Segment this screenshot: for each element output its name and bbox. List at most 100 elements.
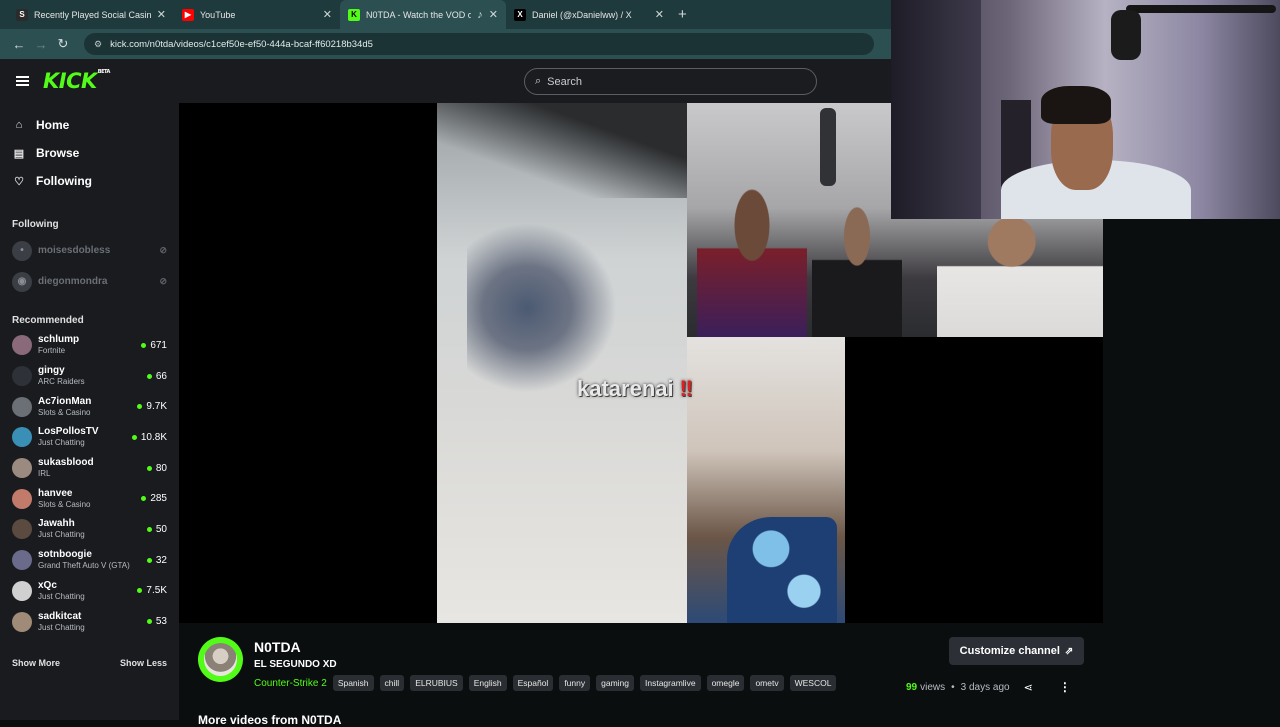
tag-chip[interactable]: ometv (750, 675, 784, 691)
reload-icon[interactable]: ↻ (52, 36, 74, 52)
search-input[interactable]: ⌕ Search (524, 68, 817, 95)
tag-chip[interactable]: English (468, 675, 507, 691)
video-person (812, 203, 902, 337)
viewer-count-value: 66 (155, 370, 167, 382)
channel-category: Slots & Casino (38, 407, 91, 417)
video-title: EL SEGUNDO XD (254, 659, 337, 670)
recommended-channel[interactable]: sadkitcat Just Chatting 53 (0, 606, 179, 637)
channel-name: diegonmondra (38, 276, 108, 287)
sidebar-item-browse[interactable]: ▤ Browse (0, 139, 179, 167)
channel-name: sukasblood (38, 457, 94, 469)
menu-icon[interactable] (16, 74, 29, 88)
live-dot-icon (141, 496, 147, 502)
browser-tab[interactable]: ▶ YouTube ✕ (174, 0, 340, 29)
close-icon[interactable]: ✕ (323, 8, 332, 21)
tag-chip[interactable]: WESCOL (789, 675, 837, 691)
share-icon[interactable]: ⋖ (1024, 681, 1033, 694)
viewer-count-value: 10.8K (140, 431, 167, 443)
sidebar-item-label: Browse (36, 146, 80, 160)
overlay-caption-text: katarenai (577, 376, 674, 401)
recommended-channel[interactable]: Ac7ionMan Slots & Casino 9.7K (0, 391, 179, 422)
category-link[interactable]: Counter-Strike 2 (254, 678, 327, 689)
avatar (12, 427, 32, 448)
tag-chip[interactable]: Spanish (332, 675, 374, 691)
site-header: KICKBETA ⌕ Search (0, 59, 891, 103)
channel-name: sadkitcat (38, 610, 82, 622)
viewer-count: 32 (146, 554, 167, 566)
video-frame-left (437, 103, 687, 623)
tag-list: Spanish chill ELRUBIUS English Español funny g… (332, 675, 843, 691)
tag-chip[interactable]: gaming (596, 675, 634, 691)
close-icon[interactable]: ✕ (157, 8, 166, 21)
new-tab-icon[interactable]: + (678, 6, 687, 23)
browser-tab[interactable]: X Daniel (@xDanielww) / X ✕ (506, 0, 672, 29)
sidebar-item-home[interactable]: ⌂ Home (0, 111, 179, 139)
recommended-channel[interactable]: gingy ARC Raiders 66 (0, 361, 179, 392)
recommended-channel[interactable]: sotnboogie Grand Theft Auto V (GTA) 32 (0, 545, 179, 576)
audio-icon[interactable]: ♪ (477, 9, 483, 21)
viewer-count-value: 9.7K (146, 401, 167, 413)
recommended-channel[interactable]: LosPollosTV Just Chatting 10.8K (0, 422, 179, 453)
site-info-icon[interactable]: ⚙ (94, 39, 102, 50)
webcam-mic (1111, 10, 1141, 60)
live-dot-icon (146, 465, 152, 471)
recommended-channel[interactable]: xQc Just Chatting 7.5K (0, 576, 179, 607)
video-person (937, 218, 1103, 337)
recommended-channel[interactable]: hanvee Slots & Casino 285 (0, 483, 179, 514)
following-channel[interactable]: ◉ diegonmondra ⊘ (0, 266, 179, 297)
video-shade (437, 103, 687, 198)
more-videos-heading: More videos from N0TDA (198, 713, 342, 727)
tag-chip[interactable]: chill (379, 675, 405, 691)
webcam-person-hair (1041, 86, 1111, 124)
channel-meta: LosPollosTV Just Chatting (38, 426, 132, 448)
recommended-channel[interactable]: Jawahh Just Chatting 50 (0, 514, 179, 545)
close-icon[interactable]: ✕ (489, 8, 498, 21)
url-field[interactable]: ⚙ kick.com/n0tda/videos/c1cef50e-ef50-44… (84, 33, 874, 55)
tag-chip[interactable]: Español (512, 675, 554, 691)
viewer-count: 10.8K (131, 431, 167, 443)
tag-chip[interactable]: funny (559, 675, 591, 691)
sidebar-item-following[interactable]: ♡ Following (0, 167, 179, 195)
more-options-icon[interactable]: ⋮ (1059, 680, 1071, 694)
kick-logo[interactable]: KICKBETA (43, 69, 110, 93)
close-icon[interactable]: ✕ (655, 8, 664, 21)
recommended-channel[interactable]: schlump Fortnite 671 (0, 330, 179, 361)
recommended-channel[interactable]: sukasblood IRL 80 (0, 453, 179, 484)
viewer-count-value: 80 (155, 462, 167, 474)
show-more-button[interactable]: Show More (12, 658, 60, 668)
tag-chip[interactable]: ELRUBIUS (410, 675, 463, 691)
channel-meta: hanvee Slots & Casino (38, 488, 141, 510)
channel-name: gingy (38, 365, 65, 377)
browser-tab[interactable]: S Recently Played Social Casino G ✕ (8, 0, 174, 29)
tag-chip[interactable]: Instagramlive (640, 675, 701, 691)
channel-name[interactable]: N0TDA (254, 639, 301, 655)
channel-meta: xQc Just Chatting (38, 580, 137, 602)
sidebar-footer: Show More Show Less (12, 658, 167, 668)
tag-chip[interactable]: omegle (706, 675, 745, 691)
avatar (12, 580, 32, 601)
back-icon[interactable]: ← (8, 37, 30, 52)
channel-name: moisesdobless (38, 245, 111, 256)
browser-tab[interactable]: K N0TDA - Watch the VOD o ♪ ✕ (340, 0, 506, 29)
viewer-count: 671 (141, 340, 167, 351)
avatar (12, 550, 32, 571)
recommended-list: schlump Fortnite 671 gingy ARC Raiders 66 Ac7i… (0, 330, 179, 637)
search-icon: ⌕ (535, 75, 542, 87)
channel-name: schlump (38, 334, 80, 346)
video-overlay-caption: katarenai ‼ (577, 376, 693, 402)
following-channel[interactable]: • moisesdobless ⊘ (0, 235, 179, 266)
tab-favicon-icon: S (16, 8, 28, 21)
channel-avatar[interactable] (198, 637, 243, 682)
avatar: ◉ (12, 271, 32, 292)
sidebar-item-label: Home (36, 118, 70, 132)
customize-channel-button[interactable]: Customize channel ⇗ (949, 637, 1084, 665)
viewer-count-value: 32 (155, 554, 167, 566)
home-icon: ⌂ (15, 119, 23, 131)
live-dot-icon (146, 619, 152, 625)
channel-name: LosPollosTV (38, 426, 99, 438)
channel-category: Just Chatting (38, 530, 85, 540)
video-crowd (467, 223, 617, 393)
show-less-button[interactable]: Show Less (120, 658, 167, 668)
forward-icon[interactable]: → (30, 37, 52, 52)
avatar-image (204, 643, 237, 676)
